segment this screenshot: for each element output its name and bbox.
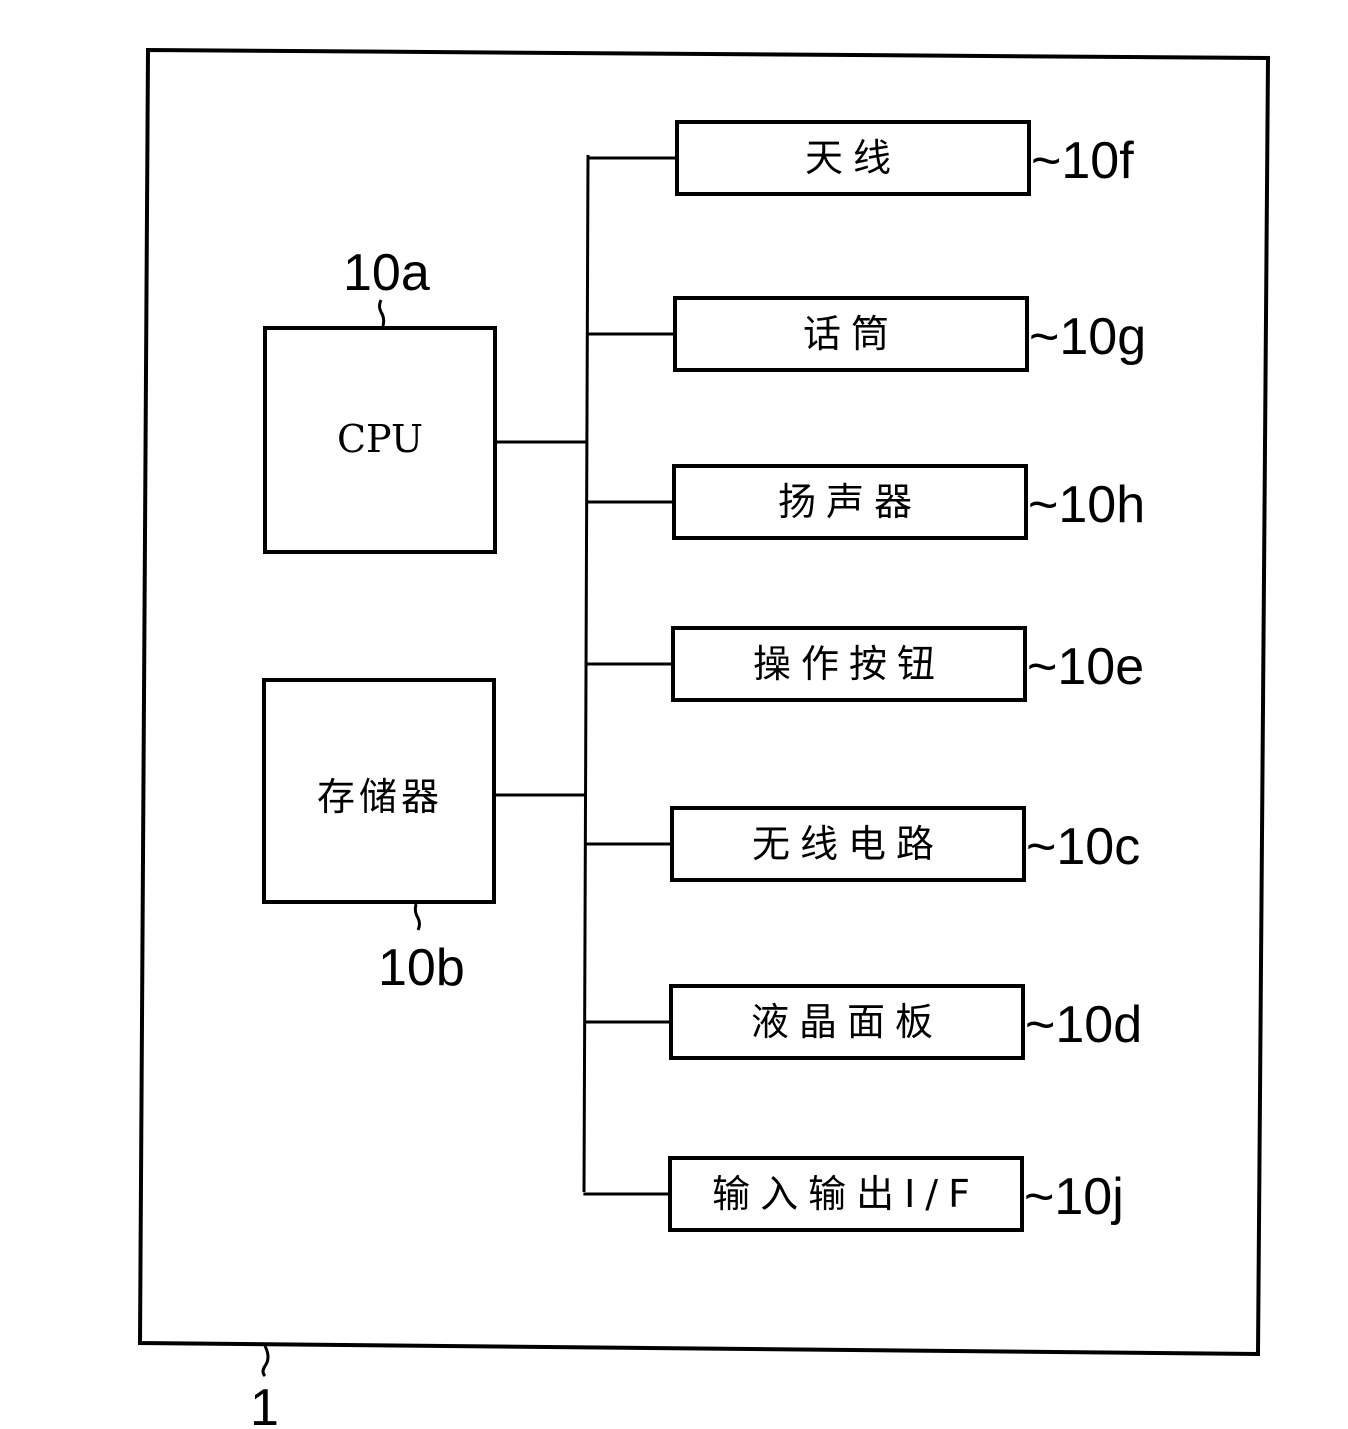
component-ref: ~10g	[1029, 308, 1146, 366]
component-block: 扬声器 ~10h	[585, 464, 1145, 540]
component-block: 话筒 ~10g	[586, 296, 1146, 372]
component-ref: ~10j	[1024, 1168, 1124, 1226]
cpu-label: CPU	[337, 417, 423, 461]
component-label: 话筒	[803, 312, 899, 356]
cpu-ref: 10a	[343, 244, 430, 302]
component-label: 扬声器	[778, 480, 922, 524]
component-ref: ~10d	[1025, 996, 1142, 1054]
component-ref: ~10c	[1026, 818, 1140, 876]
memory-leader-line	[413, 903, 421, 931]
component-ref: ~10f	[1031, 132, 1134, 190]
component-block: 液晶面板 ~10d	[584, 984, 1142, 1060]
memory-ref: 10b	[378, 939, 465, 997]
component-ref: ~10e	[1027, 638, 1144, 696]
memory-label: 存储器	[317, 775, 443, 819]
device-ref: 1	[250, 1379, 279, 1429]
component-block: 输入输出I/F ~10j	[583, 1156, 1124, 1232]
component-label: 操作按钮	[753, 642, 945, 686]
component-block: 天线 ~10f	[587, 120, 1134, 196]
block-diagram: 1 CPU 10a 存储器 10b 天线 ~10f 话筒 ~10g 扬声器 ~10h 操作按…	[137, 47, 1271, 1429]
component-label: 输入输出I/F	[712, 1172, 980, 1216]
component-label: 天线	[805, 136, 901, 180]
component-ref: ~10h	[1028, 476, 1145, 534]
component-block: 无线电路 ~10c	[584, 806, 1140, 882]
bus-line	[582, 154, 590, 1193]
component-label: 无线电路	[752, 822, 944, 866]
component-label: 液晶面板	[751, 1000, 943, 1044]
component-block: 操作按钮 ~10e	[585, 626, 1144, 702]
device-leader-line	[261, 1345, 270, 1378]
cpu-leader-line	[378, 299, 386, 327]
